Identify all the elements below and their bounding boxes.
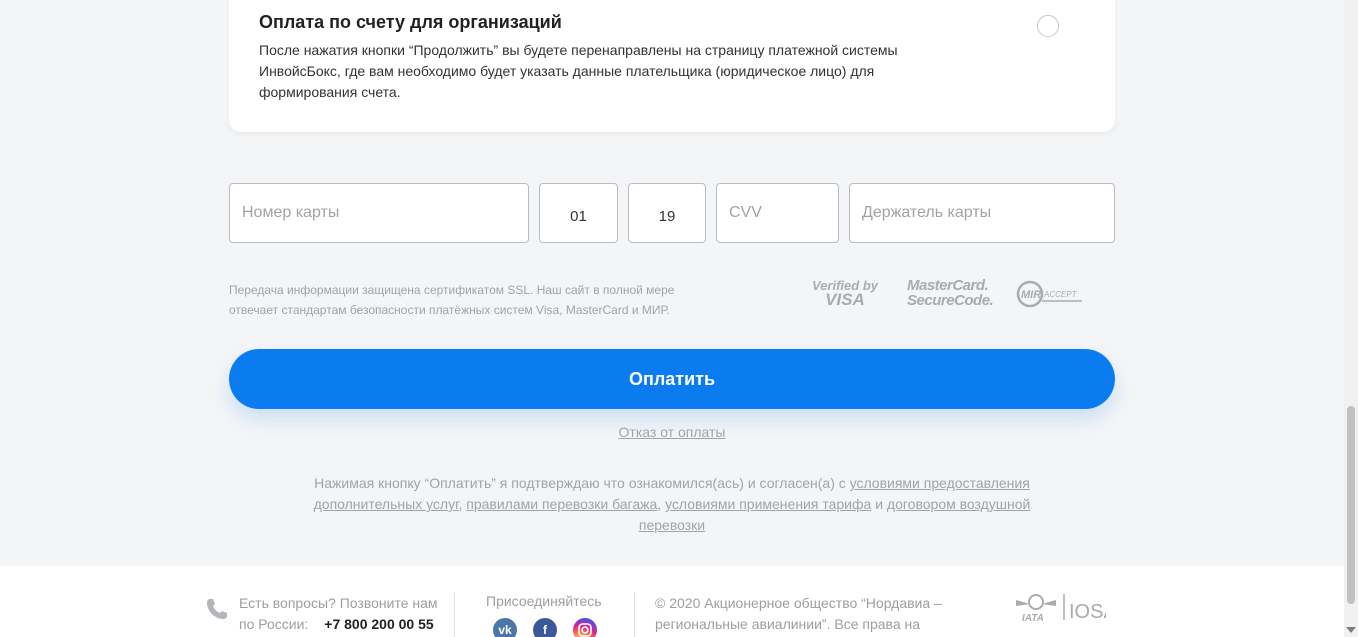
cancel-payment-link[interactable]: Отказ от оплаты	[0, 424, 1344, 440]
mc-logo-line2: SecureCode.	[907, 292, 994, 309]
footer-join-label: Присоединяйтесь	[486, 593, 602, 609]
pay-button[interactable]: Оплатить	[229, 349, 1115, 409]
footer-divider-1	[454, 592, 455, 637]
mir-accept-logo: MIR ACCEPT	[1016, 280, 1082, 308]
terms-sep-3: и	[871, 496, 887, 512]
terms-link-baggage[interactable]: правилами перевозки багажа	[466, 496, 657, 512]
facebook-icon[interactable]: f	[533, 618, 557, 637]
terms-prefix: Нажимая кнопку “Оплатить” я подтверждаю …	[314, 475, 850, 491]
mc-logo-line1: MasterCard.	[907, 277, 989, 294]
payment-option-radio[interactable]	[1037, 15, 1059, 37]
card-number-input[interactable]	[229, 183, 529, 243]
svg-text:ACCEPT: ACCEPT	[1043, 290, 1078, 299]
phone-icon	[207, 599, 227, 619]
scrollbar-thumb[interactable]	[1347, 406, 1355, 604]
page-scrollbar[interactable]	[1344, 0, 1358, 637]
terms-agreement: Нажимая кнопку “Оплатить” я подтверждаю …	[300, 473, 1044, 536]
mastercard-securecode-logo: MasterCard. SecureCode.	[907, 277, 994, 309]
verified-by-visa-logo: Verified by VISA	[812, 279, 878, 309]
visa-logo-line2: VISA	[825, 290, 865, 309]
iata-iosa-logo: IATA IOSA	[1016, 594, 1106, 624]
payment-option-title: Оплата по счету для организаций	[259, 12, 562, 32]
cvv-input[interactable]	[716, 183, 839, 243]
svg-text:IATA: IATA	[1022, 613, 1044, 624]
expiry-month-value: 01	[570, 208, 587, 225]
payment-option-card[interactable]: Оплата по счету для организаций После на…	[229, 0, 1115, 132]
instagram-icon[interactable]	[573, 618, 597, 637]
expiry-year-value: 19	[658, 208, 676, 225]
terms-link-tariff[interactable]: условиями применения тарифа	[665, 496, 871, 512]
footer-copyright: © 2020 Акционерное общество “Нордавиа – …	[655, 595, 942, 632]
card-holder-input[interactable]	[849, 183, 1115, 243]
ssl-notice: Передача информации защищена сертификато…	[229, 283, 675, 317]
vk-icon[interactable]: vk	[493, 618, 517, 637]
footer-phone-number[interactable]: +7 800 200 00 55	[324, 616, 433, 632]
svg-text:IOSA: IOSA	[1069, 601, 1106, 623]
footer-divider-2	[634, 592, 635, 637]
scroll-down-arrow-icon[interactable]	[1346, 627, 1356, 633]
terms-sep-2: ,	[657, 496, 666, 512]
expiry-year-select[interactable]: 19	[628, 183, 706, 243]
payment-option-description: После нажатия кнопки “Продолжить” вы буд…	[259, 42, 898, 100]
footer-contact: Есть вопросы? Позвоните нам по России: +7…	[239, 593, 449, 635]
expiry-month-select[interactable]: 01	[539, 183, 618, 243]
svg-text:MIR: MIR	[1021, 289, 1041, 301]
